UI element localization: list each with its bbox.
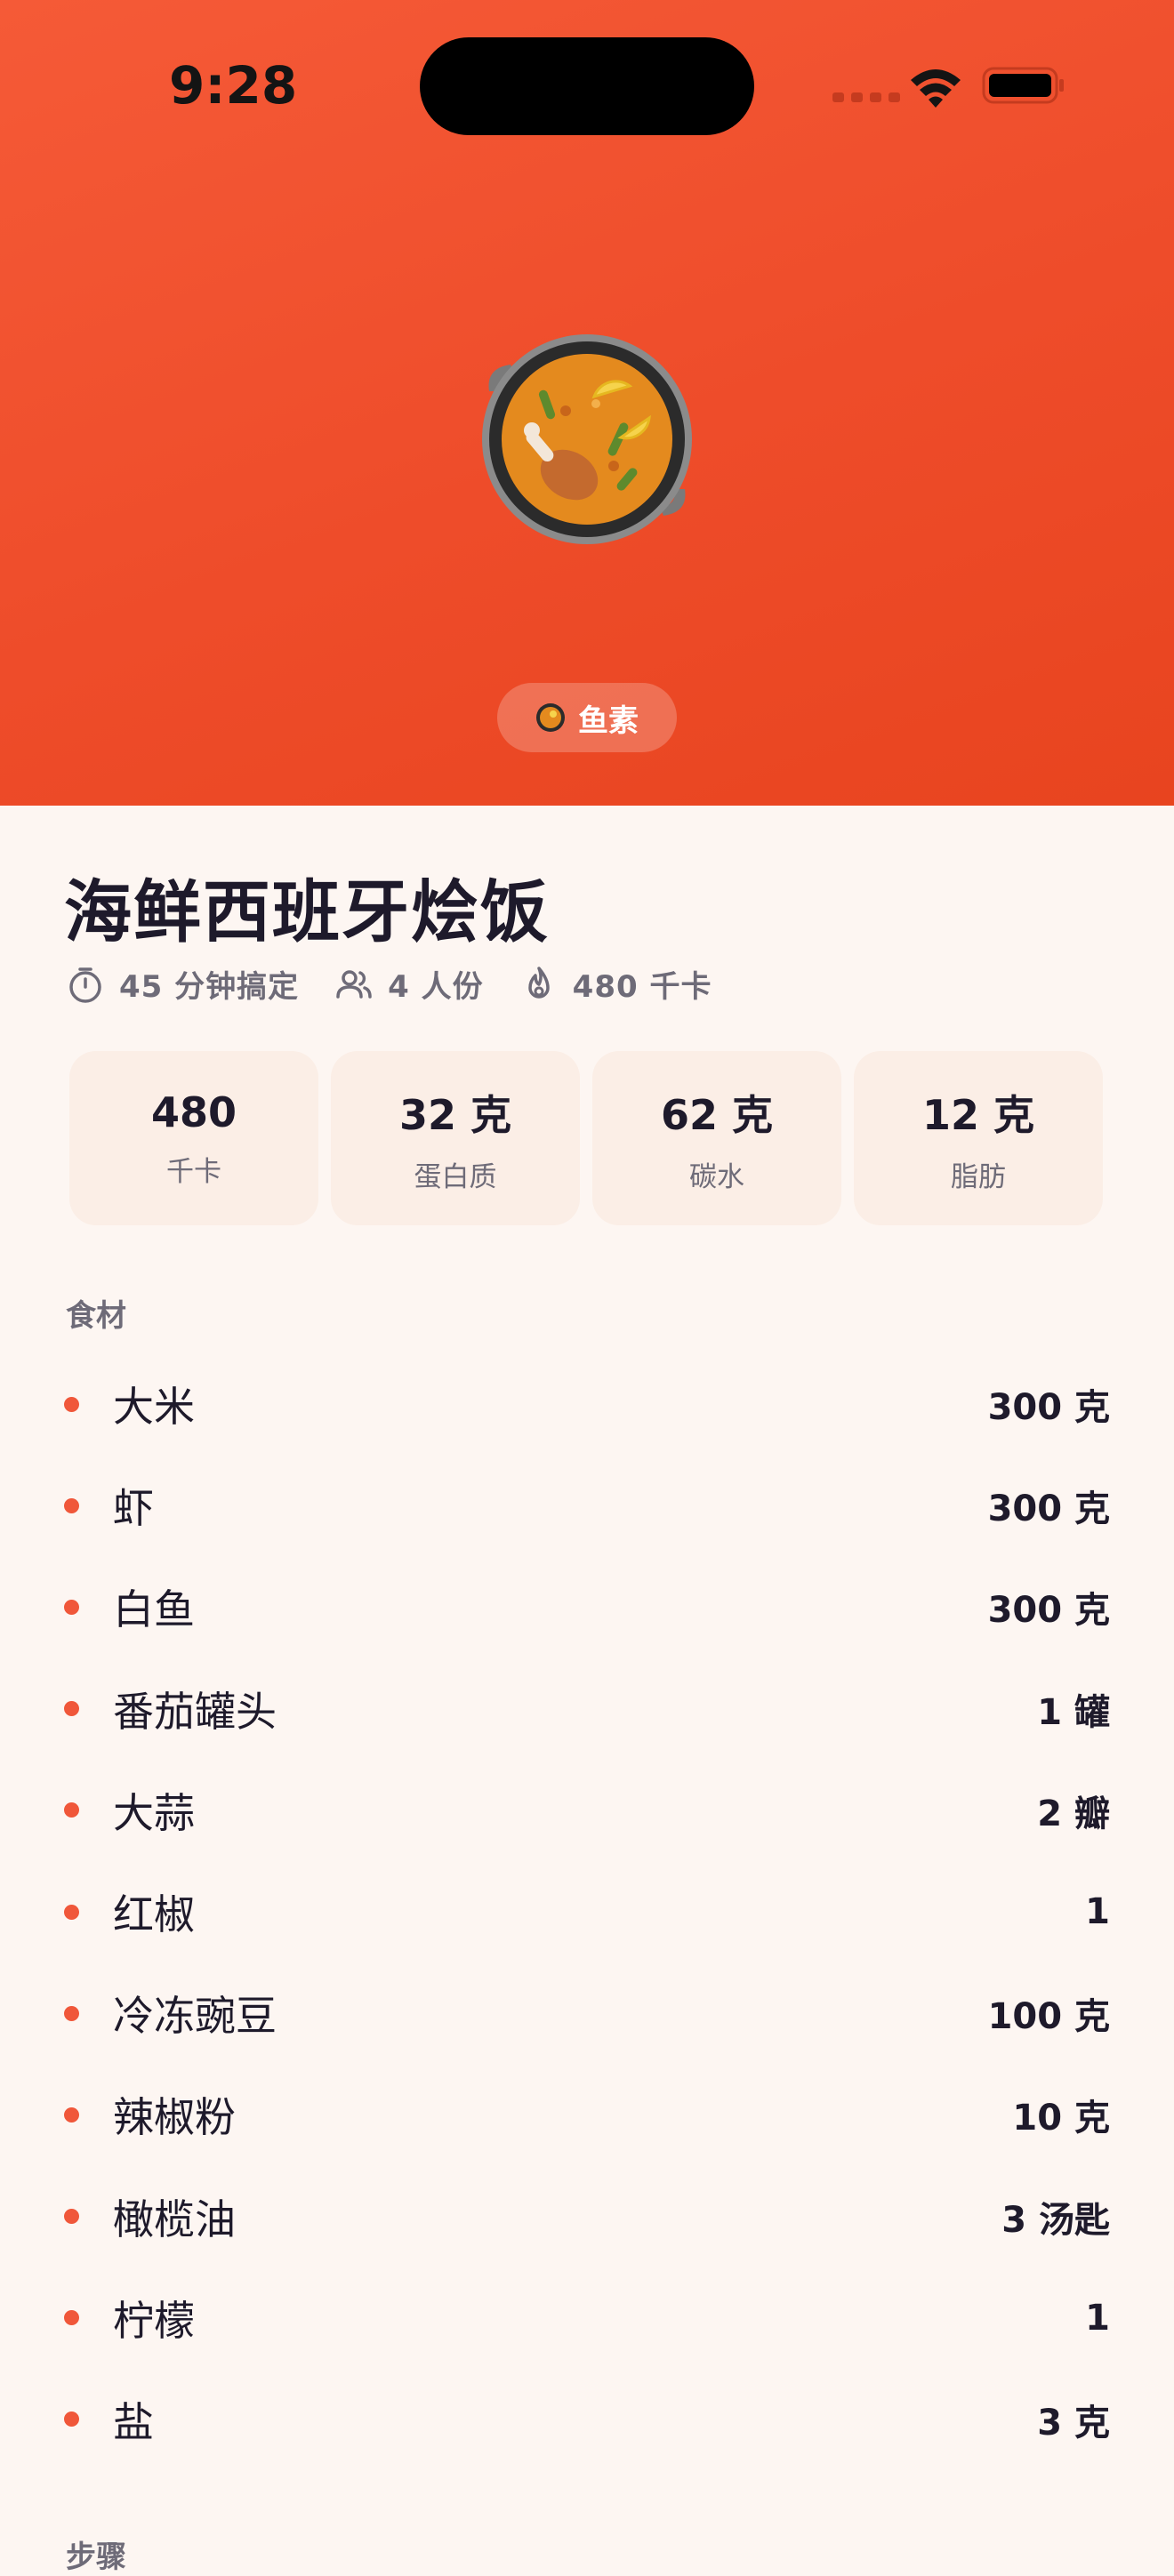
flame-icon — [527, 966, 550, 999]
ingredient-name: 红椒 — [113, 1890, 195, 1939]
recipe-title: 海鲜西班牙烩饭 — [64, 872, 550, 951]
ingredient-name: 盐 — [113, 2397, 154, 2446]
nutrition-value: 62 克 — [660, 1090, 774, 1139]
nutrition-label: 脂肪 — [951, 1160, 1006, 1193]
ingredient-quantity: 300 克 — [987, 1387, 1110, 1429]
cellular-signal-icon — [832, 92, 900, 102]
nutrition-value: 32 克 — [398, 1090, 512, 1139]
ingredient-row: 大米 300 克 — [64, 1353, 1110, 1455]
ingredient-quantity: 1 罐 — [1037, 1691, 1110, 1733]
bullet-dot — [64, 1802, 79, 1818]
nutrition-value: 12 克 — [921, 1090, 1035, 1139]
people-icon — [336, 969, 372, 999]
timer-icon — [69, 967, 101, 1003]
ingredient-row: 白鱼 300 克 — [64, 1556, 1110, 1657]
ingredient-row: 柠檬 1 — [64, 2267, 1110, 2369]
servings-meta: 4 人份 — [334, 962, 484, 1006]
ingredient-row: 番茄罐头 1 罐 — [64, 1658, 1110, 1760]
nutrition-label: 蛋白质 — [414, 1160, 497, 1193]
steps-heading: 步骤 — [66, 2540, 126, 2575]
ingredient-quantity: 2 瓣 — [1037, 1793, 1110, 1834]
nutrition-value: 480 — [150, 1087, 237, 1136]
paella-icon — [536, 703, 565, 732]
ingredient-row: 红椒 1 — [64, 1861, 1110, 1962]
bullet-dot — [64, 1701, 79, 1717]
ingredients-heading: 食材 — [66, 1298, 126, 1334]
battery-icon — [982, 67, 1064, 104]
servings-text: 4 人份 — [388, 969, 484, 1005]
ingredient-row: 盐 3 克 — [64, 2369, 1110, 2470]
ingredient-row: 大蒜 2 瓣 — [64, 1760, 1110, 1861]
bullet-dot — [64, 1904, 79, 1920]
ingredient-quantity: 1 — [1085, 2297, 1110, 2339]
nutrition-card-fat: 12 克 脂肪 — [854, 1051, 1103, 1225]
bullet-dot — [64, 2411, 79, 2428]
bullet-dot — [64, 1497, 79, 1513]
ingredient-quantity: 1 — [1085, 1891, 1110, 1933]
ingredients-list: 大米 300 克 虾 300 克 白鱼 300 克 番茄罐头 1 罐 大蒜 2 瓣 红椒 1… — [64, 1353, 1110, 2470]
ingredient-quantity: 3 汤匙 — [1001, 2199, 1110, 2241]
bullet-dot — [64, 2005, 79, 2021]
ingredient-row: 冷冻豌豆 100 克 — [64, 1962, 1110, 2064]
ingredient-quantity: 10 克 — [1012, 2098, 1110, 2139]
nutrition-label: 碳水 — [689, 1160, 744, 1193]
ingredient-name: 大米 — [113, 1383, 195, 1432]
calories-text: 480 千卡 — [572, 969, 712, 1005]
ingredient-name: 大蒜 — [113, 1788, 195, 1837]
ingredient-name: 番茄罐头 — [113, 1687, 277, 1736]
ingredient-row: 橄榄油 3 汤匙 — [64, 2166, 1110, 2267]
nutrition-card-calories: 480 千卡 — [69, 1051, 318, 1225]
paella-dish-icon — [482, 334, 692, 544]
nutrition-card-carbs: 62 克 碳水 — [592, 1051, 841, 1225]
diet-tag-label: 鱼素 — [578, 702, 639, 739]
dynamic-island — [420, 37, 754, 135]
ingredient-row: 虾 300 克 — [64, 1455, 1110, 1556]
cook-time-text: 45 分钟搞定 — [119, 969, 300, 1005]
nutrition-card-protein: 32 克 蛋白质 — [331, 1051, 580, 1225]
ingredient-name: 白鱼 — [113, 1585, 195, 1634]
ingredient-quantity: 300 克 — [987, 1489, 1110, 1530]
bullet-dot — [64, 1599, 79, 1615]
ingredient-name: 冷冻豌豆 — [113, 1992, 277, 2041]
ingredient-row: 辣椒粉 10 克 — [64, 2064, 1110, 2165]
diet-tag-badge: 鱼素 — [497, 683, 677, 752]
ingredient-name: 辣椒粉 — [113, 2093, 236, 2142]
calories-meta: 480 千卡 — [519, 962, 712, 1006]
recipe-hero-header: 9:28 鱼素 — [0, 0, 1174, 806]
bullet-dot — [64, 2107, 79, 2123]
bullet-dot — [64, 2209, 79, 2225]
ingredient-name: 橄榄油 — [113, 2195, 236, 2243]
recipe-meta-row: 45 分钟搞定 4 人份 480 千卡 — [66, 962, 747, 1006]
cook-time-meta: 45 分钟搞定 — [66, 962, 299, 1006]
ingredient-quantity: 100 克 — [987, 1996, 1110, 2038]
wifi-icon — [911, 69, 961, 108]
ingredient-quantity: 300 克 — [987, 1590, 1110, 1632]
nutrition-cards: 480 千卡 32 克 蛋白质 62 克 碳水 12 克 脂肪 — [69, 1051, 1103, 1225]
bullet-dot — [64, 2310, 79, 2326]
ingredient-name: 柠檬 — [113, 2296, 195, 2345]
bullet-dot — [64, 1396, 79, 1412]
ingredient-name: 虾 — [113, 1484, 154, 1533]
ingredient-quantity: 3 克 — [1037, 2402, 1110, 2444]
nutrition-label: 千卡 — [166, 1155, 221, 1188]
status-bar-time: 9:28 — [169, 55, 298, 116]
